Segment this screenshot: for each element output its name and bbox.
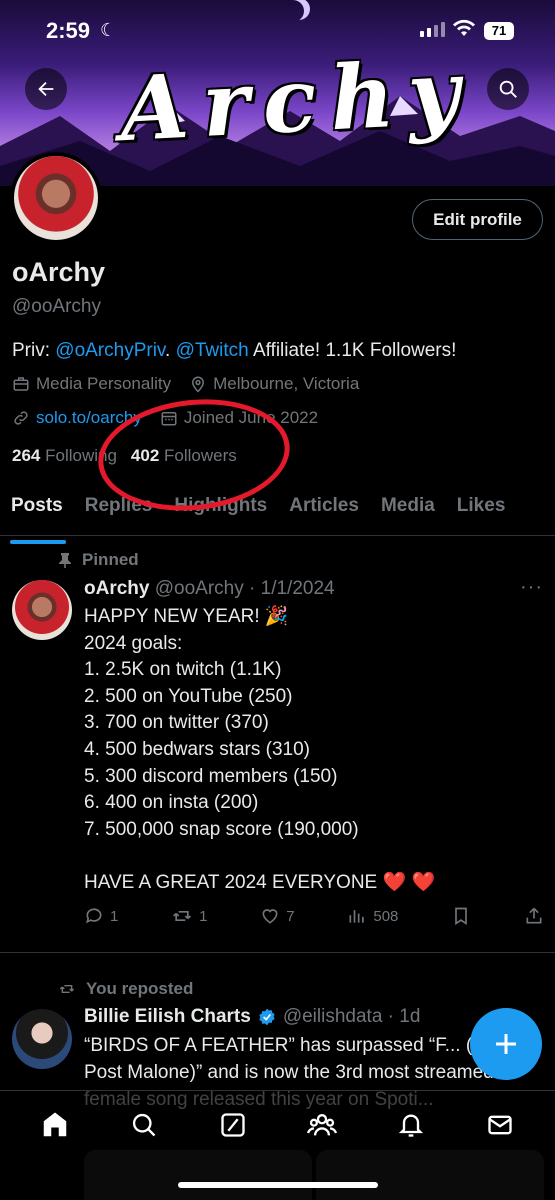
bookmark-icon bbox=[455, 907, 468, 926]
tab-posts[interactable]: Posts bbox=[0, 486, 74, 544]
profile-meta-row-2: solo.to/oarchy Joined June 2022 bbox=[12, 408, 318, 428]
share-button[interactable] bbox=[524, 906, 544, 926]
profile-name: oArchy bbox=[12, 257, 106, 287]
battery-indicator: 71 bbox=[484, 22, 514, 40]
profile-stats: 264 Following 402 Followers bbox=[12, 446, 237, 466]
profile-joined-date: Joined June 2022 bbox=[183, 408, 319, 427]
bookmark-button[interactable] bbox=[451, 906, 471, 926]
tab-media[interactable]: Media bbox=[370, 486, 446, 535]
followers-count: 402 bbox=[130, 446, 160, 465]
search-icon bbox=[499, 80, 517, 98]
nav-home[interactable] bbox=[33, 1103, 77, 1147]
bio-suffix: Affiliate! 1.1K Followers! bbox=[248, 340, 457, 361]
tweet-actions: 1 1 7 508 bbox=[84, 906, 544, 926]
following-link[interactable]: 264 Following bbox=[12, 446, 117, 466]
nav-notifications[interactable] bbox=[389, 1103, 433, 1147]
tweet-divider bbox=[0, 952, 555, 953]
back-button[interactable] bbox=[25, 68, 67, 110]
search-button[interactable] bbox=[487, 68, 529, 110]
nav-search[interactable] bbox=[122, 1103, 166, 1147]
profile-website-link[interactable]: solo.to/oarchy bbox=[36, 408, 142, 428]
grok-icon bbox=[221, 1113, 245, 1137]
search-icon bbox=[132, 1113, 156, 1137]
repost-avatar[interactable] bbox=[12, 1009, 72, 1069]
repost-icon bbox=[173, 911, 192, 921]
plus-icon bbox=[496, 1034, 516, 1054]
repost-display-name[interactable]: Billie Eilish Charts bbox=[84, 1006, 251, 1028]
tweet-header: oArchy @ooArchy · 1/1/2024 bbox=[84, 578, 335, 600]
tab-replies[interactable]: Replies bbox=[74, 486, 164, 535]
views-button[interactable]: 508 bbox=[347, 906, 398, 926]
reply-count: 1 bbox=[110, 907, 119, 925]
repost-button[interactable]: 1 bbox=[171, 906, 207, 926]
nav-messages[interactable] bbox=[478, 1103, 522, 1147]
share-icon bbox=[526, 907, 542, 924]
compose-button[interactable] bbox=[470, 1008, 542, 1080]
heart-icon bbox=[262, 909, 278, 924]
pin-icon bbox=[59, 553, 71, 568]
view-count: 508 bbox=[373, 907, 399, 925]
profile-category: Media Personality bbox=[36, 374, 172, 393]
pinned-indicator: Pinned bbox=[58, 550, 139, 570]
home-icon bbox=[43, 1112, 66, 1137]
status-time: 2:59 bbox=[46, 18, 91, 43]
following-count: 264 bbox=[12, 446, 41, 465]
bio-mid: . bbox=[165, 340, 176, 361]
profile-bio: Priv: @oArchyPriv. @Twitch Affiliate! 1.… bbox=[12, 340, 456, 362]
nav-communities[interactable] bbox=[300, 1103, 344, 1147]
repost-indicator: You reposted bbox=[58, 979, 193, 999]
tab-articles[interactable]: Articles bbox=[278, 486, 370, 535]
repost-handle-date: @eilishdata · 1d bbox=[282, 1006, 421, 1027]
tweet-avatar[interactable] bbox=[12, 580, 72, 640]
home-indicator[interactable] bbox=[178, 1182, 378, 1188]
banner-title: Archy bbox=[117, 38, 476, 162]
reply-icon bbox=[86, 908, 102, 924]
reply-button[interactable]: 1 bbox=[84, 906, 118, 926]
followers-label: Followers bbox=[164, 446, 237, 465]
bell-icon bbox=[399, 1114, 424, 1137]
views-chart-icon bbox=[349, 910, 365, 923]
status-bar: 2:59 ☾ 71 bbox=[0, 0, 555, 56]
like-count: 7 bbox=[286, 907, 295, 925]
pinned-label: Pinned bbox=[82, 550, 139, 569]
bio-link-priv[interactable]: @oArchyPriv bbox=[55, 340, 165, 361]
mail-icon bbox=[488, 1115, 513, 1135]
verified-badge-icon bbox=[259, 1008, 275, 1026]
focus-moon-icon: ☾ bbox=[100, 20, 117, 40]
communities-icon bbox=[307, 1114, 338, 1136]
profile-handle: @ooArchy bbox=[12, 296, 101, 317]
briefcase-icon bbox=[13, 377, 29, 391]
bio-prefix: Priv: bbox=[12, 340, 56, 361]
profile-avatar[interactable] bbox=[10, 152, 102, 244]
followers-link[interactable]: 402 Followers bbox=[131, 446, 237, 466]
arrow-left-icon bbox=[38, 81, 54, 97]
profile-tabs: Posts Replies Highlights Articles Media … bbox=[0, 486, 555, 544]
wifi-icon bbox=[453, 19, 475, 36]
following-label: Following bbox=[45, 446, 117, 465]
link-icon bbox=[14, 411, 28, 425]
repost-count: 1 bbox=[199, 907, 208, 925]
bio-link-twitch[interactable]: @Twitch bbox=[176, 340, 249, 361]
profile-location: Melbourne, Victoria bbox=[213, 374, 360, 393]
tab-highlights[interactable]: Highlights bbox=[163, 486, 278, 535]
repost-small-icon bbox=[59, 985, 75, 993]
nav-grok[interactable] bbox=[211, 1103, 255, 1147]
calendar-icon bbox=[161, 412, 177, 426]
like-button[interactable]: 7 bbox=[260, 906, 295, 926]
edit-profile-button[interactable]: Edit profile bbox=[412, 199, 543, 240]
tweet-handle-date: @ooArchy · 1/1/2024 bbox=[154, 578, 335, 599]
more-options-icon[interactable]: ··· bbox=[520, 576, 543, 599]
tweet-display-name[interactable]: oArchy bbox=[84, 578, 149, 599]
repost-tweet-header: Billie Eilish Charts @eilishdata · 1d bbox=[84, 1006, 420, 1028]
repost-label: You reposted bbox=[86, 979, 194, 998]
tweet-body: HAPPY NEW YEAR! 🎉 2024 goals: 1. 2.5K on… bbox=[84, 606, 436, 893]
location-icon bbox=[192, 376, 205, 393]
tab-likes[interactable]: Likes bbox=[446, 486, 517, 535]
signal-icon bbox=[420, 22, 445, 37]
profile-meta-row-1: Media Personality Melbourne, Victoria bbox=[12, 374, 359, 394]
